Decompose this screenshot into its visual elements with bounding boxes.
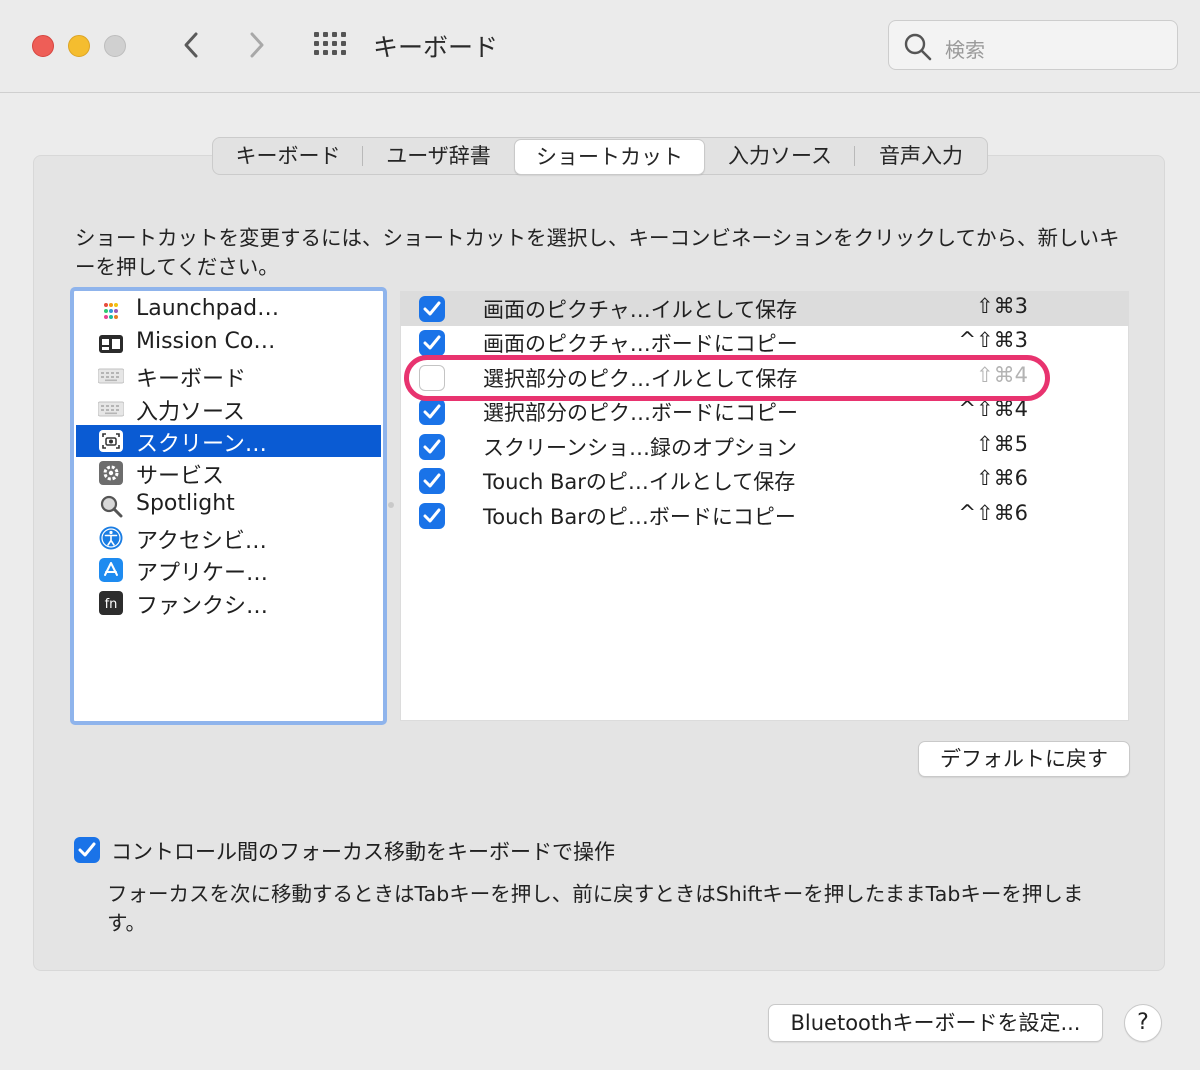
app-store-icon — [99, 558, 123, 582]
shortcut-row[interactable]: スクリーンショ…録のオプション ⇧⌘5 — [401, 430, 1128, 464]
category-label: Launchpad… — [136, 296, 280, 321]
tab-bar: キーボード ユーザ辞書 ショートカット 入力ソース 音声入力 — [212, 137, 988, 175]
category-launchpad[interactable]: Launchpad… — [76, 295, 381, 327]
shortcut-name: 選択部分のピク…ボードにコピー — [483, 401, 798, 425]
magnifier-icon — [100, 495, 123, 518]
checkmark-icon — [423, 439, 441, 454]
gear-icon — [99, 461, 123, 485]
search-field[interactable]: 検索 — [888, 20, 1178, 70]
instructions-text: ショートカットを変更するには、ショートカットを選択し、キーコンビネーションをクリ… — [75, 226, 1120, 279]
help-button[interactable]: ? — [1124, 1004, 1162, 1042]
shortcut-keys[interactable]: ⇧⌘5 — [976, 432, 1028, 456]
zoom-window-button — [104, 35, 126, 57]
category-label: Spotlight — [136, 491, 235, 516]
search-icon — [904, 33, 932, 61]
chevron-left-icon — [184, 32, 198, 58]
shortcut-checkbox[interactable] — [419, 468, 445, 494]
shortcut-checkbox[interactable] — [419, 296, 445, 322]
tab-shortcuts[interactable]: ショートカット — [514, 139, 705, 175]
category-label: キーボード — [136, 367, 247, 392]
keyboard-navigation-checkbox[interactable] — [74, 837, 100, 863]
shortcut-checkbox[interactable] — [419, 434, 445, 460]
category-label: アクセシビ… — [136, 529, 267, 554]
grid-icon — [314, 32, 346, 55]
shortcut-row[interactable]: 画面のピクチャ…イルとして保存 ⇧⌘3 — [401, 292, 1128, 326]
shortcut-row[interactable]: Touch Barのピ…イルとして保存 ⇧⌘6 — [401, 464, 1128, 498]
mission-control-icon — [99, 335, 123, 353]
keyboard-icon — [98, 401, 124, 417]
shortcut-checkbox[interactable] — [419, 399, 445, 425]
category-label: ファンクシ… — [136, 594, 269, 619]
split-view-handle[interactable] — [388, 502, 394, 508]
shortcut-name: Touch Barのピ…ボードにコピー — [483, 505, 796, 529]
tab-dictation[interactable]: 音声入力 — [855, 138, 987, 174]
category-app-shortcuts[interactable]: アプリケー… — [76, 554, 381, 586]
checkmark-icon — [423, 508, 441, 523]
chevron-right-icon — [250, 32, 264, 58]
search-placeholder: 検索 — [945, 38, 985, 62]
forward-button[interactable] — [242, 28, 274, 62]
tab-input-sources[interactable]: 入力ソース — [705, 138, 855, 174]
keyboard-navigation-label: コントロール間のフォーカス移動をキーボードで操作 — [111, 840, 615, 864]
title-bar: キーボード 検索 — [0, 0, 1200, 93]
checkmark-icon — [423, 335, 441, 350]
close-window-button[interactable] — [32, 35, 54, 57]
category-input-sources[interactable]: 入力ソース — [76, 393, 381, 425]
category-keyboard[interactable]: キーボード — [76, 360, 381, 392]
shortcut-name: 画面のピクチャ…ボードにコピー — [483, 332, 798, 356]
checkmark-icon — [423, 301, 441, 316]
category-function-keys[interactable]: fn ファンクシ… — [76, 587, 381, 619]
window-title: キーボード — [373, 33, 499, 62]
category-label: スクリーン… — [136, 432, 267, 457]
keyboard-icon — [98, 368, 124, 384]
fn-key-icon: fn — [99, 591, 123, 615]
category-label: Mission Co… — [136, 329, 276, 354]
shortcut-name: スクリーンショ…録のオプション — [483, 436, 797, 460]
screenshot-icon — [99, 430, 123, 452]
shortcut-keys[interactable]: ^⇧⌘6 — [958, 501, 1028, 525]
tab-user-dictionary[interactable]: ユーザ辞書 — [363, 138, 514, 174]
category-services[interactable]: サービス — [76, 457, 381, 489]
checkmark-icon — [423, 404, 441, 419]
restore-defaults-button[interactable]: デフォルトに戻す — [918, 741, 1130, 777]
category-spotlight[interactable]: Spotlight — [76, 490, 381, 522]
category-label: 入力ソース — [136, 400, 245, 425]
shortcut-row[interactable]: Touch Barのピ…ボードにコピー ^⇧⌘6 — [401, 499, 1128, 533]
category-mission-control[interactable]: Mission Co… — [76, 328, 381, 360]
checkmark-icon — [78, 842, 96, 857]
category-accessibility[interactable]: アクセシビ… — [76, 522, 381, 554]
category-list[interactable]: Launchpad… Mission Co… キーボード 入力ソース スクリーン… — [70, 287, 387, 725]
shortcut-checkbox[interactable] — [419, 330, 445, 356]
checkmark-icon — [423, 473, 441, 488]
show-all-button[interactable] — [313, 31, 347, 57]
svg-text:fn: fn — [105, 597, 118, 612]
keyboard-navigation-note: フォーカスを次に移動するときはTabキーを押し、前に戻すときはShiftキーを押… — [107, 882, 1084, 935]
tab-keyboard[interactable]: キーボード — [213, 138, 363, 174]
minimize-window-button[interactable] — [68, 35, 90, 57]
shortcut-keys[interactable]: ⇧⌘6 — [976, 466, 1028, 490]
category-label: アプリケー… — [136, 561, 269, 586]
category-label: サービス — [136, 464, 225, 489]
launchpad-icon — [104, 303, 118, 319]
setup-bluetooth-keyboard-button[interactable]: Bluetoothキーボードを設定... — [768, 1004, 1103, 1042]
shortcut-checkbox[interactable] — [419, 503, 445, 529]
shortcut-keys[interactable]: ⇧⌘3 — [976, 294, 1028, 318]
shortcut-name: Touch Barのピ…イルとして保存 — [483, 470, 796, 494]
highlight-annotation — [404, 355, 1050, 401]
category-screenshots[interactable]: スクリーン… — [76, 425, 381, 457]
accessibility-icon — [99, 526, 123, 550]
shortcut-name: 画面のピクチャ…イルとして保存 — [483, 298, 798, 322]
shortcut-keys[interactable]: ^⇧⌘3 — [958, 328, 1028, 352]
back-button[interactable] — [176, 28, 208, 62]
